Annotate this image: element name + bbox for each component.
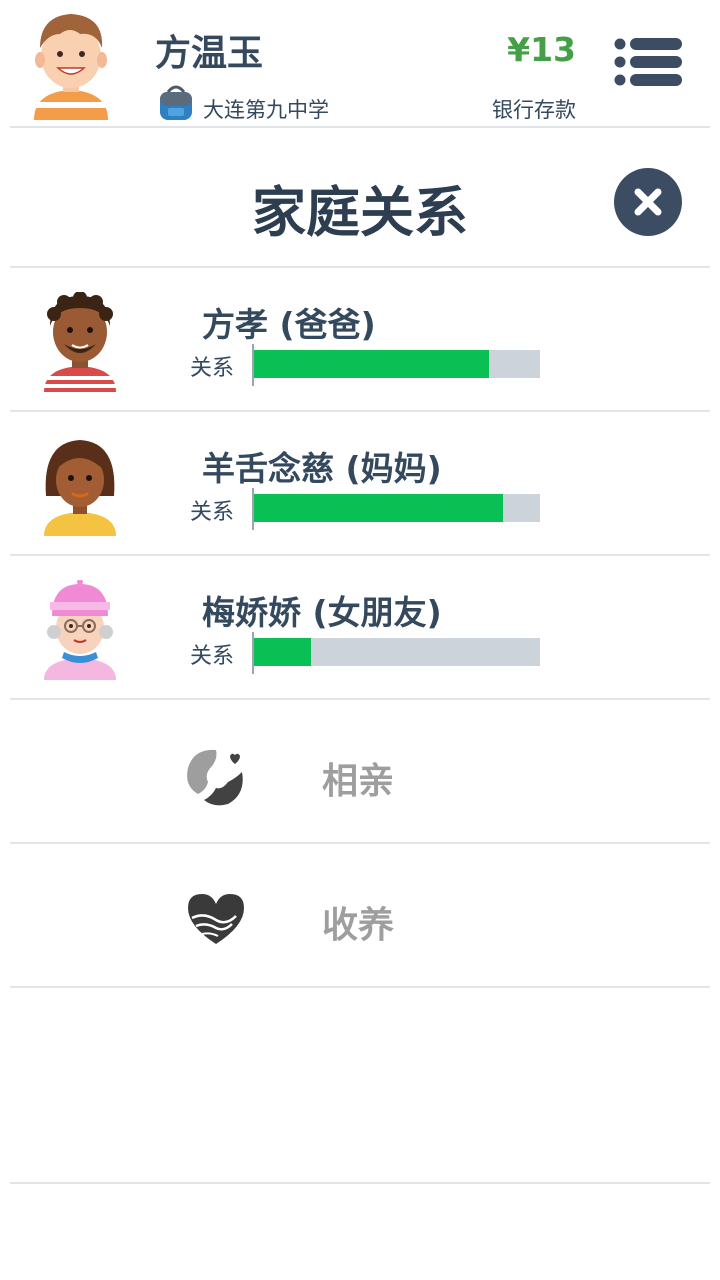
row-divider <box>10 842 710 844</box>
relation-bar <box>254 494 540 522</box>
header-divider <box>10 126 710 128</box>
relation-bar <box>254 638 540 666</box>
matchmaking-button[interactable]: 相亲 <box>10 702 710 844</box>
money-amount: ¥13 <box>507 30 576 69</box>
adopt-label: 收养 <box>322 905 395 946</box>
relation-row-mother[interactable]: 羊舌念慈 (妈妈) 关系 <box>10 414 710 556</box>
row-divider <box>10 698 710 700</box>
relation-bar-fill <box>254 494 503 522</box>
girlfriend-avatar <box>40 579 120 680</box>
player-avatar <box>30 8 112 120</box>
row-divider <box>10 410 710 412</box>
row-divider <box>10 554 710 556</box>
page-title: 家庭关系 <box>252 181 468 244</box>
relation-row-girlfriend[interactable]: 梅娇娇 (女朋友) 关系 <box>10 558 710 700</box>
school-bag-icon <box>158 84 194 122</box>
footer-divider <box>10 1182 710 1184</box>
father-avatar <box>40 291 120 392</box>
relation-label: 关系 <box>190 500 235 525</box>
relation-name: 梅娇娇 (女朋友) <box>202 593 442 632</box>
relation-label: 关系 <box>190 644 235 669</box>
relation-bar-fill <box>254 638 312 666</box>
relation-label: 关系 <box>190 356 235 381</box>
matchmaking-icon <box>186 746 246 806</box>
mother-avatar <box>40 436 120 536</box>
adopt-button[interactable]: 收养 <box>10 846 710 988</box>
player-name: 方温玉 <box>155 33 264 74</box>
bank-deposit-label: 银行存款 <box>492 98 576 122</box>
close-button[interactable] <box>614 168 682 236</box>
school-name: 大连第九中学 <box>203 98 329 122</box>
relation-bar <box>254 350 540 378</box>
relation-bar-fill <box>254 350 489 378</box>
relation-name: 羊舌念慈 (妈妈) <box>202 449 442 488</box>
title-divider <box>10 266 710 268</box>
menu-icon[interactable] <box>612 36 684 92</box>
matchmaking-label: 相亲 <box>322 761 395 802</box>
relation-row-father[interactable]: 方孝 (爸爸) 关系 <box>10 270 710 412</box>
adopt-heart-icon <box>186 890 246 950</box>
relation-name: 方孝 (爸爸) <box>202 305 376 344</box>
row-divider <box>10 986 710 988</box>
close-icon <box>634 188 662 216</box>
